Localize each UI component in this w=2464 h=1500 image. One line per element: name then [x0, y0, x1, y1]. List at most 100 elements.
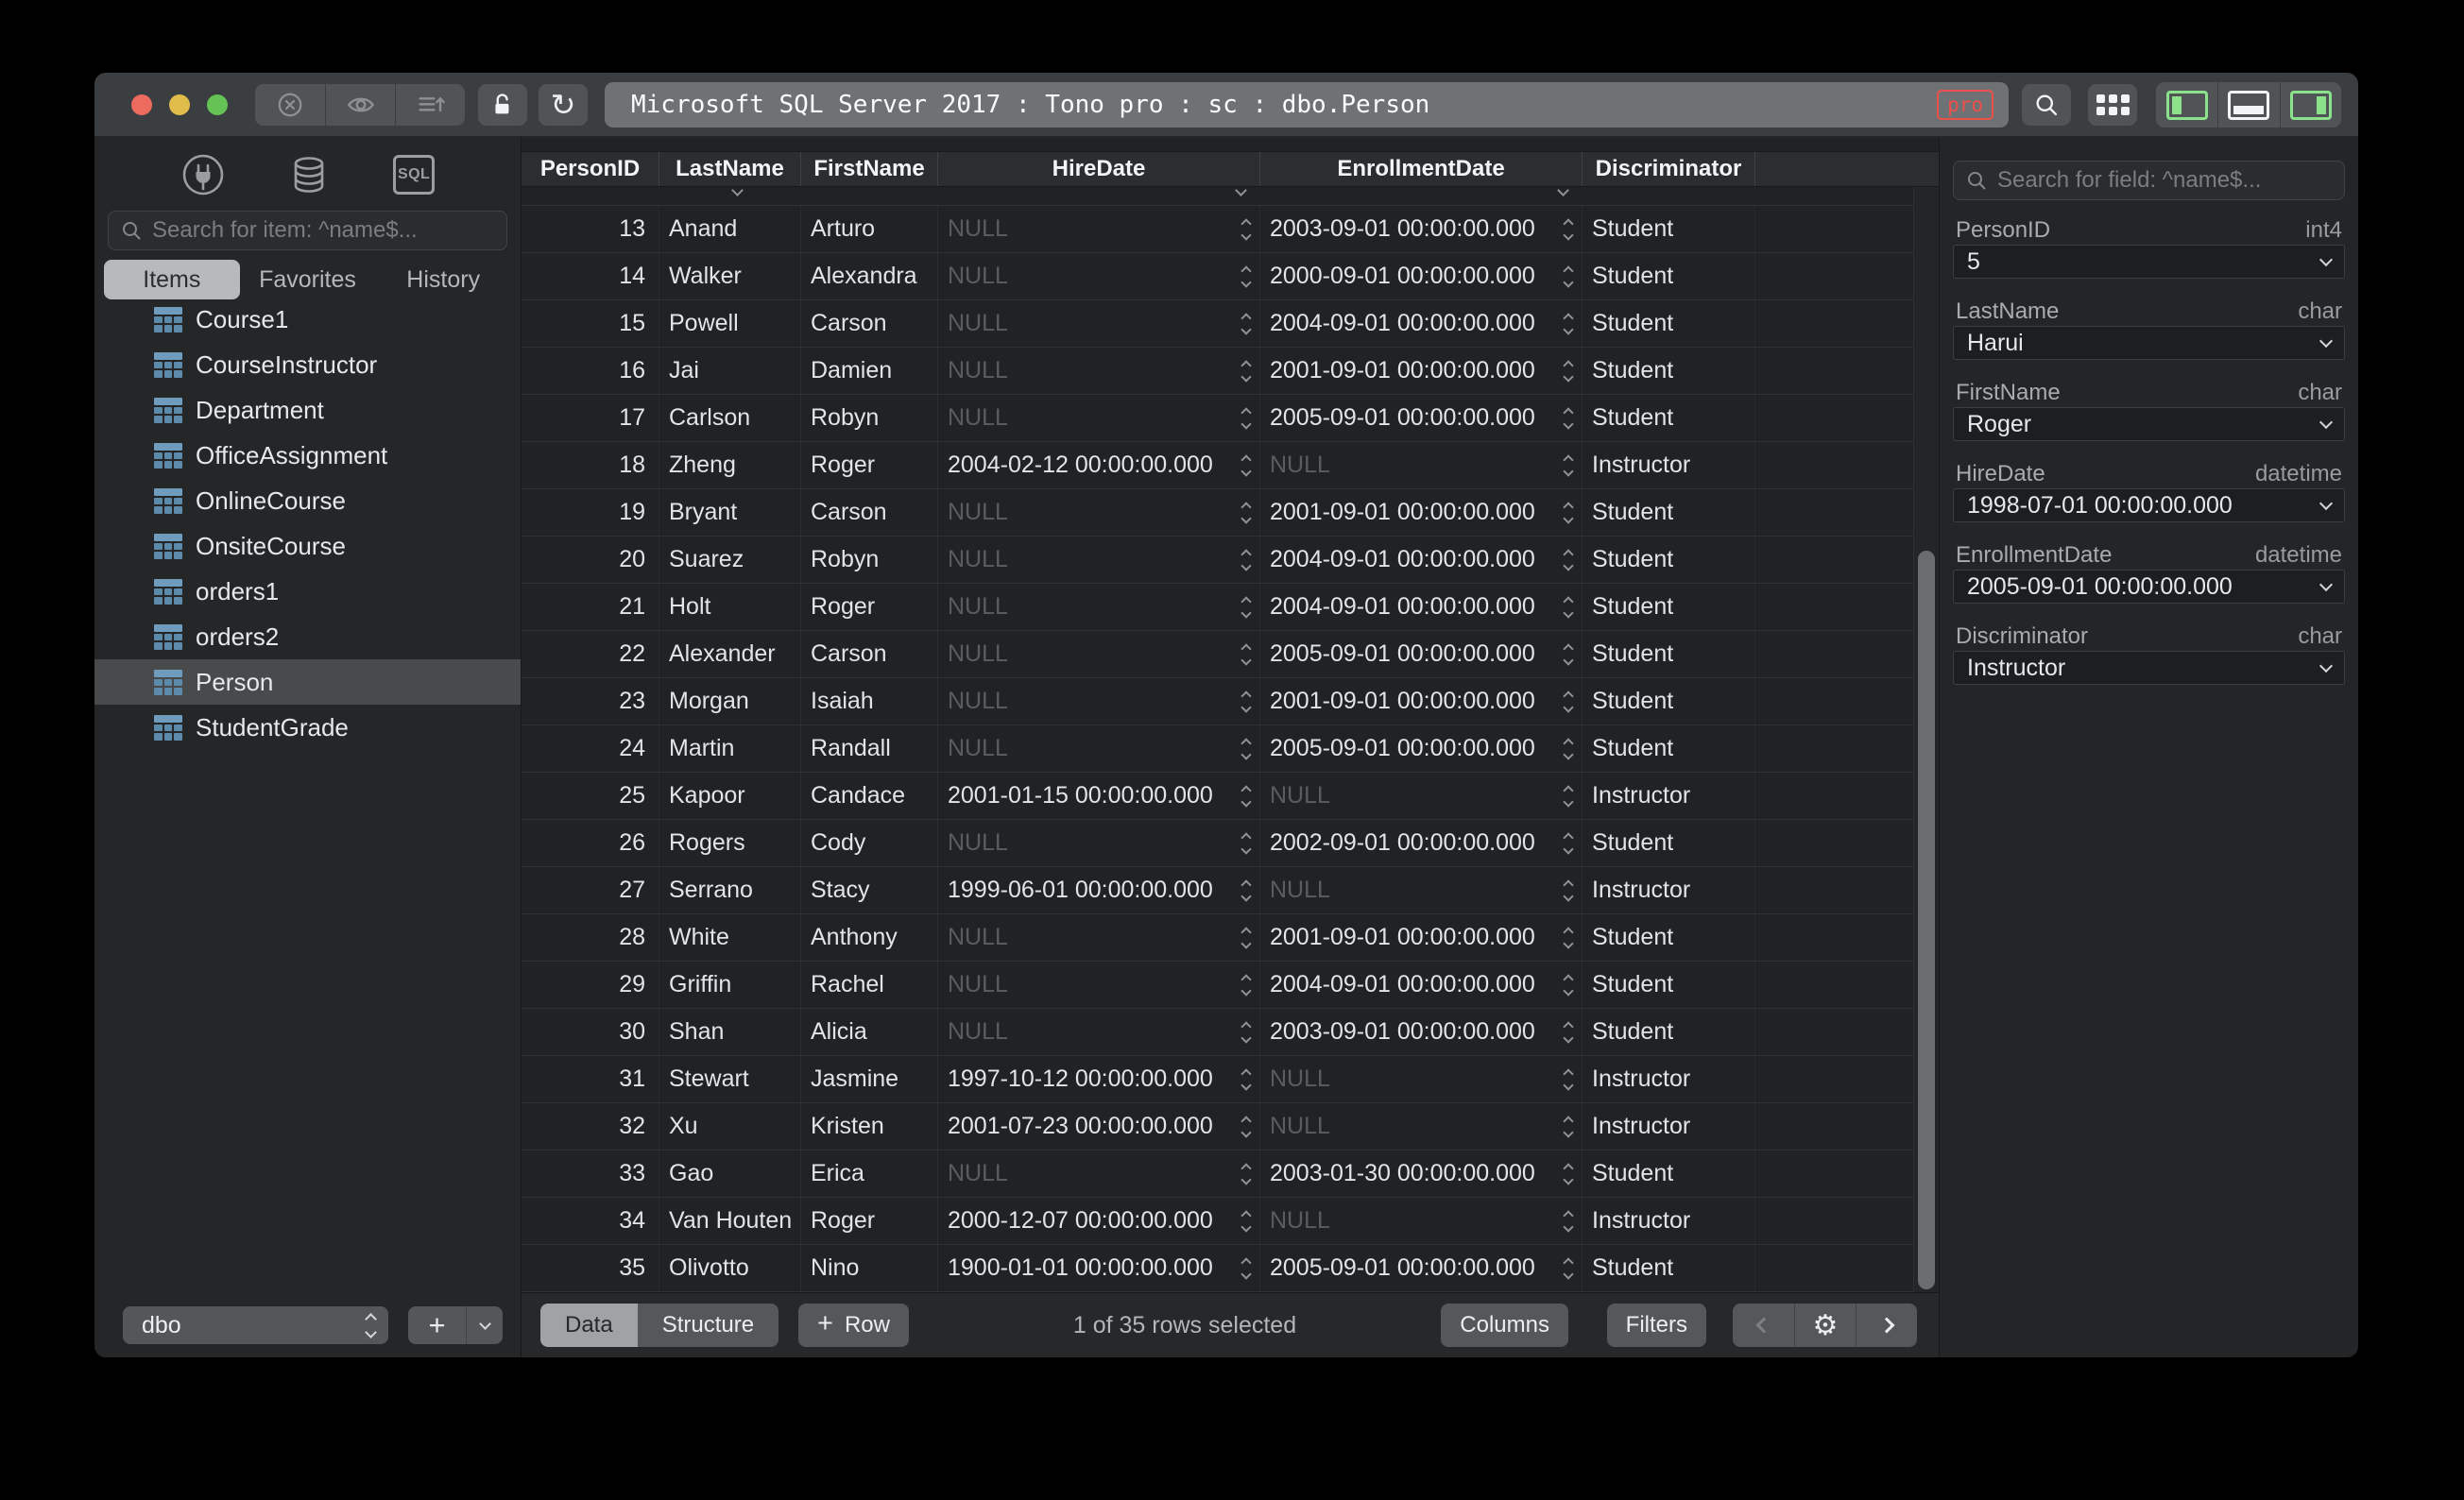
- cell-hiredate[interactable]: NULL: [938, 206, 1260, 252]
- cell-personid[interactable]: 26: [522, 820, 659, 866]
- date-stepper-icon[interactable]: [1563, 1020, 1574, 1044]
- table-row[interactable]: 33 Gao Erica NULL 2003-01-30 00:00:00.00…: [522, 1151, 1939, 1198]
- cell-lastname[interactable]: White: [659, 914, 801, 961]
- sidebar-tab[interactable]: History: [375, 260, 511, 299]
- cell-lastname[interactable]: Serrano: [659, 867, 801, 913]
- table-row[interactable]: 22 Alexander Carson NULL 2005-09-01 00:0…: [522, 631, 1939, 678]
- cell-firstname[interactable]: Stacy: [801, 867, 938, 913]
- view-mode-tab[interactable]: Structure: [637, 1304, 779, 1347]
- sidebar-table-item[interactable]: Person: [94, 659, 521, 705]
- cell-lastname[interactable]: Van Houten: [659, 1198, 801, 1244]
- sidebar-table-item[interactable]: Course1: [94, 297, 521, 342]
- previous-page-button[interactable]: [1733, 1304, 1794, 1347]
- table-row[interactable]: 15 Powell Carson NULL 2004-09-01 00:00:0…: [522, 300, 1939, 348]
- date-stepper-icon[interactable]: [1563, 453, 1574, 477]
- cell-personid[interactable]: 21: [522, 584, 659, 630]
- date-stepper-icon[interactable]: [1241, 264, 1252, 288]
- date-stepper-icon[interactable]: [1241, 1020, 1252, 1044]
- sidebar-search-field[interactable]: [108, 211, 507, 250]
- table-row[interactable]: 27 Serrano Stacy 1999-06-01 00:00:00.000…: [522, 867, 1939, 914]
- cell-enrollmentdate[interactable]: NULL: [1260, 773, 1583, 819]
- field-value-select[interactable]: Instructor: [1953, 651, 2345, 685]
- close-window-button[interactable]: [131, 94, 152, 115]
- cell-hiredate[interactable]: NULL: [938, 348, 1260, 394]
- cell-personid[interactable]: 23: [522, 678, 659, 724]
- inspector-search-field[interactable]: [1953, 161, 2345, 200]
- cell-enrollmentdate[interactable]: NULL: [1260, 1056, 1583, 1102]
- cell-discriminator[interactable]: Student: [1583, 489, 1755, 536]
- date-stepper-icon[interactable]: [1563, 784, 1574, 808]
- add-item-button[interactable]: +: [408, 1306, 466, 1344]
- schema-select[interactable]: dbo: [123, 1306, 388, 1344]
- cell-lastname[interactable]: Zheng: [659, 442, 801, 488]
- cell-lastname[interactable]: Griffin: [659, 962, 801, 1008]
- database-icon[interactable]: [287, 153, 331, 196]
- date-stepper-icon[interactable]: [1563, 973, 1574, 997]
- cell-personid[interactable]: 16: [522, 348, 659, 394]
- date-stepper-icon[interactable]: [1241, 878, 1252, 902]
- cell-discriminator[interactable]: Student: [1583, 348, 1755, 394]
- search-button[interactable]: [2022, 84, 2071, 126]
- next-page-button[interactable]: [1856, 1304, 1917, 1347]
- cell-hiredate[interactable]: NULL: [938, 631, 1260, 677]
- date-stepper-icon[interactable]: [1563, 312, 1574, 335]
- cell-discriminator[interactable]: Student: [1583, 206, 1755, 252]
- cell-personid[interactable]: 19: [522, 489, 659, 536]
- cell-enrollmentdate[interactable]: NULL: [1260, 1198, 1583, 1244]
- date-stepper-icon[interactable]: [1241, 217, 1252, 241]
- cell-lastname[interactable]: Alexander: [659, 631, 801, 677]
- cell-discriminator[interactable]: Student: [1583, 584, 1755, 630]
- cell-firstname[interactable]: Erica: [801, 1151, 938, 1197]
- cell-personid[interactable]: 29: [522, 962, 659, 1008]
- toggle-bottom-panel-button[interactable]: [2217, 82, 2279, 128]
- cell-hiredate[interactable]: 2004-02-12 00:00:00.000: [938, 442, 1260, 488]
- date-stepper-icon[interactable]: [1241, 1115, 1252, 1138]
- cell-hiredate[interactable]: NULL: [938, 820, 1260, 866]
- preview-eye-icon[interactable]: [325, 84, 395, 126]
- inspector-search-input[interactable]: [1997, 167, 2333, 194]
- cell-lastname[interactable]: Anand: [659, 206, 801, 252]
- cell-hiredate[interactable]: NULL: [938, 725, 1260, 772]
- cell-lastname[interactable]: Gao: [659, 1151, 801, 1197]
- sidebar-table-item[interactable]: Department: [94, 387, 521, 433]
- cell-discriminator[interactable]: Instructor: [1583, 867, 1755, 913]
- cell-discriminator[interactable]: Student: [1583, 395, 1755, 441]
- cell-discriminator[interactable]: Student: [1583, 820, 1755, 866]
- cell-firstname[interactable]: Randall: [801, 725, 938, 772]
- cell-personid[interactable]: 13: [522, 206, 659, 252]
- cell-hiredate[interactable]: NULL: [938, 489, 1260, 536]
- column-header-firstname[interactable]: FirstName: [801, 152, 938, 186]
- sidebar-table-item[interactable]: OnlineCourse: [94, 478, 521, 523]
- cell-discriminator[interactable]: Student: [1583, 962, 1755, 1008]
- cell-firstname[interactable]: Carson: [801, 489, 938, 536]
- column-header-enrollmentdate[interactable]: EnrollmentDate: [1260, 152, 1583, 186]
- date-stepper-icon[interactable]: [1241, 1256, 1252, 1280]
- cell-discriminator[interactable]: Student: [1583, 1151, 1755, 1197]
- cell-firstname[interactable]: Cody: [801, 820, 938, 866]
- column-header-lastname[interactable]: LastName: [659, 152, 801, 186]
- cell-hiredate[interactable]: 1900-01-01 00:00:00.000: [938, 1245, 1260, 1291]
- date-stepper-icon[interactable]: [1563, 359, 1574, 383]
- add-row-button[interactable]: + Row: [798, 1304, 909, 1347]
- table-row[interactable]: 29 Griffin Rachel NULL 2004-09-01 00:00:…: [522, 962, 1939, 1009]
- date-stepper-icon[interactable]: [1563, 1115, 1574, 1138]
- cell-personid[interactable]: 33: [522, 1151, 659, 1197]
- cell-discriminator[interactable]: Student: [1583, 914, 1755, 961]
- cell-personid[interactable]: 28: [522, 914, 659, 961]
- cell-lastname[interactable]: Holt: [659, 584, 801, 630]
- cell-discriminator[interactable]: Instructor: [1583, 1103, 1755, 1150]
- field-value-select[interactable]: Roger: [1953, 407, 2345, 441]
- table-row[interactable]: 30 Shan Alicia NULL 2003-09-01 00:00:00.…: [522, 1009, 1939, 1056]
- cell-firstname[interactable]: Jasmine: [801, 1056, 938, 1102]
- table-row[interactable]: 20 Suarez Robyn NULL 2004-09-01 00:00:00…: [522, 537, 1939, 584]
- cell-firstname[interactable]: Damien: [801, 348, 938, 394]
- cell-firstname[interactable]: Roger: [801, 1198, 938, 1244]
- table-row[interactable]: 13 Anand Arturo NULL 2003-09-01 00:00:00…: [522, 206, 1939, 253]
- cell-lastname[interactable]: Xu: [659, 1103, 801, 1150]
- cell-hiredate[interactable]: NULL: [938, 962, 1260, 1008]
- cell-personid[interactable]: 25: [522, 773, 659, 819]
- table-row[interactable]: 26 Rogers Cody NULL 2002-09-01 00:00:00.…: [522, 820, 1939, 867]
- column-header-discriminator[interactable]: Discriminator: [1583, 152, 1755, 186]
- zoom-window-button[interactable]: [207, 94, 228, 115]
- cell-hiredate[interactable]: 2000-12-07 00:00:00.000: [938, 1198, 1260, 1244]
